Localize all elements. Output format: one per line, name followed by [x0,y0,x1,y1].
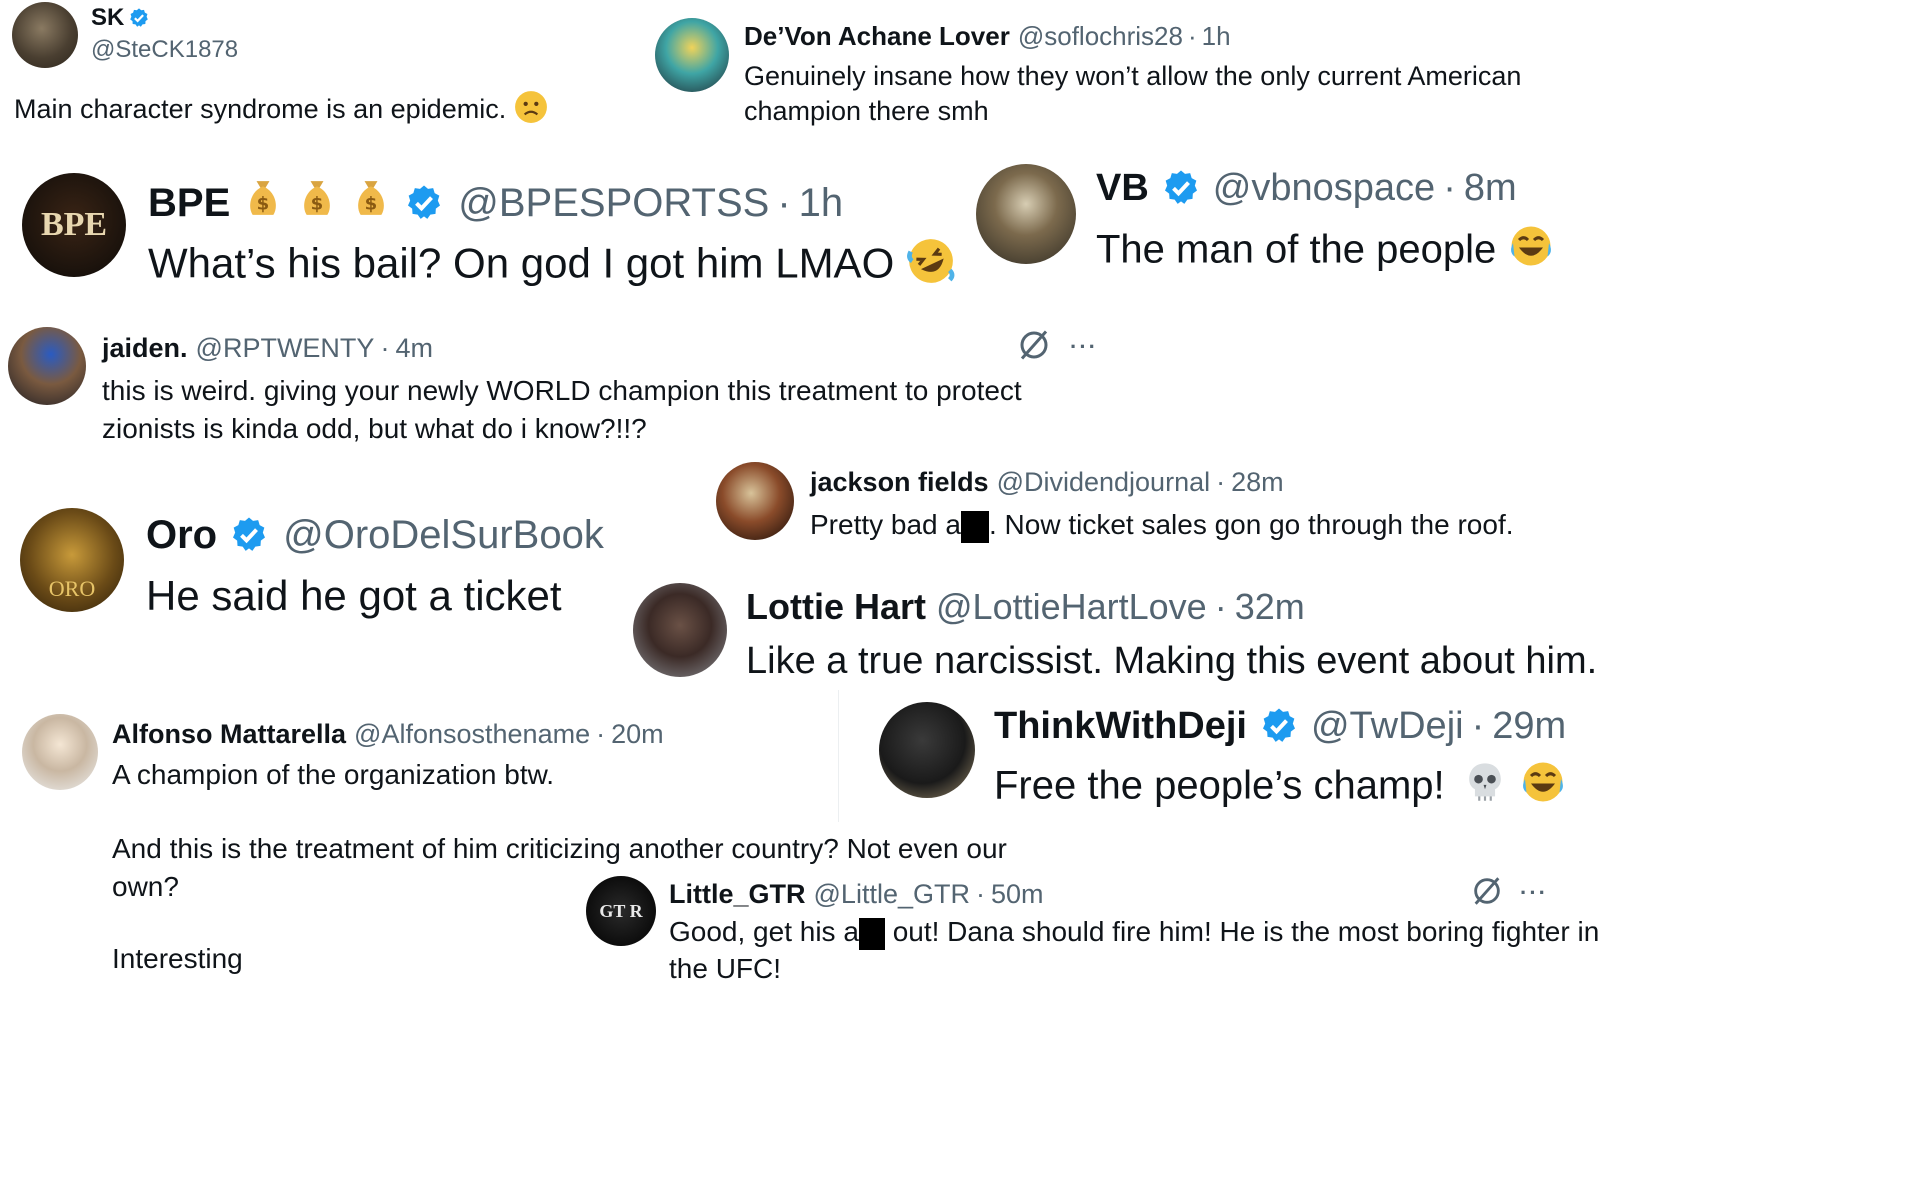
more-options-icon[interactable]: ··· [1070,334,1098,360]
timestamp[interactable]: 1h [799,181,844,226]
separator: · [1214,586,1227,627]
handle[interactable]: @Little_GTR [814,879,970,910]
tweet-text-line-1: this is weird. giving your newly WORLD c… [102,375,1022,406]
timestamp[interactable]: 4m [395,333,433,364]
timestamp[interactable]: 32m [1235,586,1305,628]
handle[interactable]: @SteCK1878 [91,36,238,64]
avatar-sk[interactable] [12,2,78,68]
tweet-text-line-1: A champion of the organization btw. [112,759,555,790]
timestamp[interactable]: 28m [1231,467,1284,498]
handle[interactable]: @LottieHartLove [936,586,1207,628]
avatar-jaiden[interactable] [8,327,86,405]
svg-text:$: $ [311,194,324,215]
tweet-text: The man of the people [1096,227,1497,272]
tweet-text-line-1: Genuinely insane how they won’t allow th… [744,61,1522,91]
timestamp[interactable]: 1h [1202,21,1231,52]
separator: · [596,718,606,749]
display-name[interactable]: ThinkWithDeji [994,705,1247,748]
handle[interactable]: @Alfonsosthename [354,719,590,750]
separator: · [1216,466,1226,497]
separator: · [1443,166,1456,209]
verified-badge-icon [229,515,269,555]
timestamp[interactable]: 50m [991,879,1044,910]
handle[interactable]: @TwDeji [1311,705,1464,748]
tweet-text: Main character syndrome is an epidemic. [14,94,507,125]
timestamp[interactable]: 20m [611,719,664,750]
avatar-oro[interactable]: ORO [20,508,124,612]
timestamp[interactable]: 8m [1464,167,1517,210]
separator: · [380,332,390,363]
avatar-vb[interactable] [976,164,1076,264]
avatar-alfonso[interactable] [22,714,98,790]
money-bag-icon: $ [350,176,392,230]
grok-icon[interactable] [1470,874,1504,913]
svg-text:$: $ [257,194,270,215]
more-options-icon[interactable]: ··· [1520,880,1548,906]
handle[interactable]: @BPESPORTSS [458,181,769,226]
display-name[interactable]: jackson fields [810,467,989,498]
tweet-text: Like a true narcissist. Making this even… [746,640,1598,682]
avatar-logo-text: BPE [40,206,108,243]
tweet-text-part-2: out! Dana should fire him! He is the mos… [892,916,1600,947]
censor-block [858,917,885,950]
verified-badge-icon [404,183,444,223]
display-name[interactable]: Oro [146,513,217,558]
money-bag-icon: $ [296,176,338,230]
handle[interactable]: @vbnospace [1213,167,1435,210]
separator: · [1471,704,1485,747]
vertical-divider [838,690,839,822]
tweet-text-part-1: Good, get his a [669,916,859,947]
verified-badge-icon [1259,706,1299,746]
tweet-text-line-2: zionists is kinda odd, but what do i kno… [102,413,647,445]
handle[interactable]: @Dividendjournal [997,467,1211,498]
tweet-text-part-2: . Now ticket sales gon go through the ro… [988,509,1514,540]
tweet-text-line-4: Interesting [112,943,243,974]
verified-badge-icon [128,7,150,29]
display-name[interactable]: SK [91,4,124,32]
tweet-text: He said he got a ticket [146,572,562,619]
tweet-text-line-2: the UFC! [669,952,782,984]
tweet-text-line-2: champion there smh [744,95,989,126]
handle[interactable]: @RPTWENTY [196,333,375,364]
display-name[interactable]: De’Von Achane Lover [744,21,1010,52]
display-name[interactable]: jaiden. [102,333,188,364]
skull-icon [1462,759,1508,817]
display-name[interactable]: VB [1096,167,1149,210]
avatar-deji[interactable] [879,702,975,798]
avatar-devon[interactable] [655,18,729,92]
tweet-text: Free the people’s champ! [994,763,1445,808]
separator: · [1187,20,1197,51]
display-name[interactable]: Alfonso Mattarella [112,719,346,750]
avatar-little-gtr[interactable]: GT R [586,876,656,946]
avatar-lottie[interactable] [633,583,727,677]
face-with-tears-of-joy-icon [1507,222,1555,282]
display-name[interactable]: Lottie Hart [746,586,926,628]
face-with-tears-of-joy-icon [1519,758,1567,818]
display-name[interactable]: Little_GTR [669,879,806,910]
handle[interactable]: @OroDelSurBook [283,513,604,558]
svg-text:$: $ [365,194,378,215]
censor-block [960,510,989,543]
verified-badge-icon [1161,168,1201,208]
tweet-text-part-1: Pretty bad a [810,509,961,540]
rolling-on-floor-laughing-icon [906,236,956,297]
timestamp[interactable]: 29m [1492,705,1566,748]
grok-icon[interactable] [1016,327,1052,368]
display-name[interactable]: BPE [148,181,230,226]
tweet-text-line-2: And this is the treatment of him critici… [112,833,1007,864]
separator: · [777,180,791,225]
avatar-logo-text: GT R [599,900,643,921]
avatar-logo-text: ORO [48,576,96,601]
slightly-frowning-face-icon [514,90,548,132]
avatar-bpe[interactable]: BPE [22,173,126,277]
avatar-jackson[interactable] [716,462,794,540]
tweet-text: What’s his bail? On god I got him LMAO [148,239,895,287]
money-bag-icon: $ [242,176,284,230]
separator: · [975,878,985,909]
handle[interactable]: @soflochris28 [1018,21,1183,52]
